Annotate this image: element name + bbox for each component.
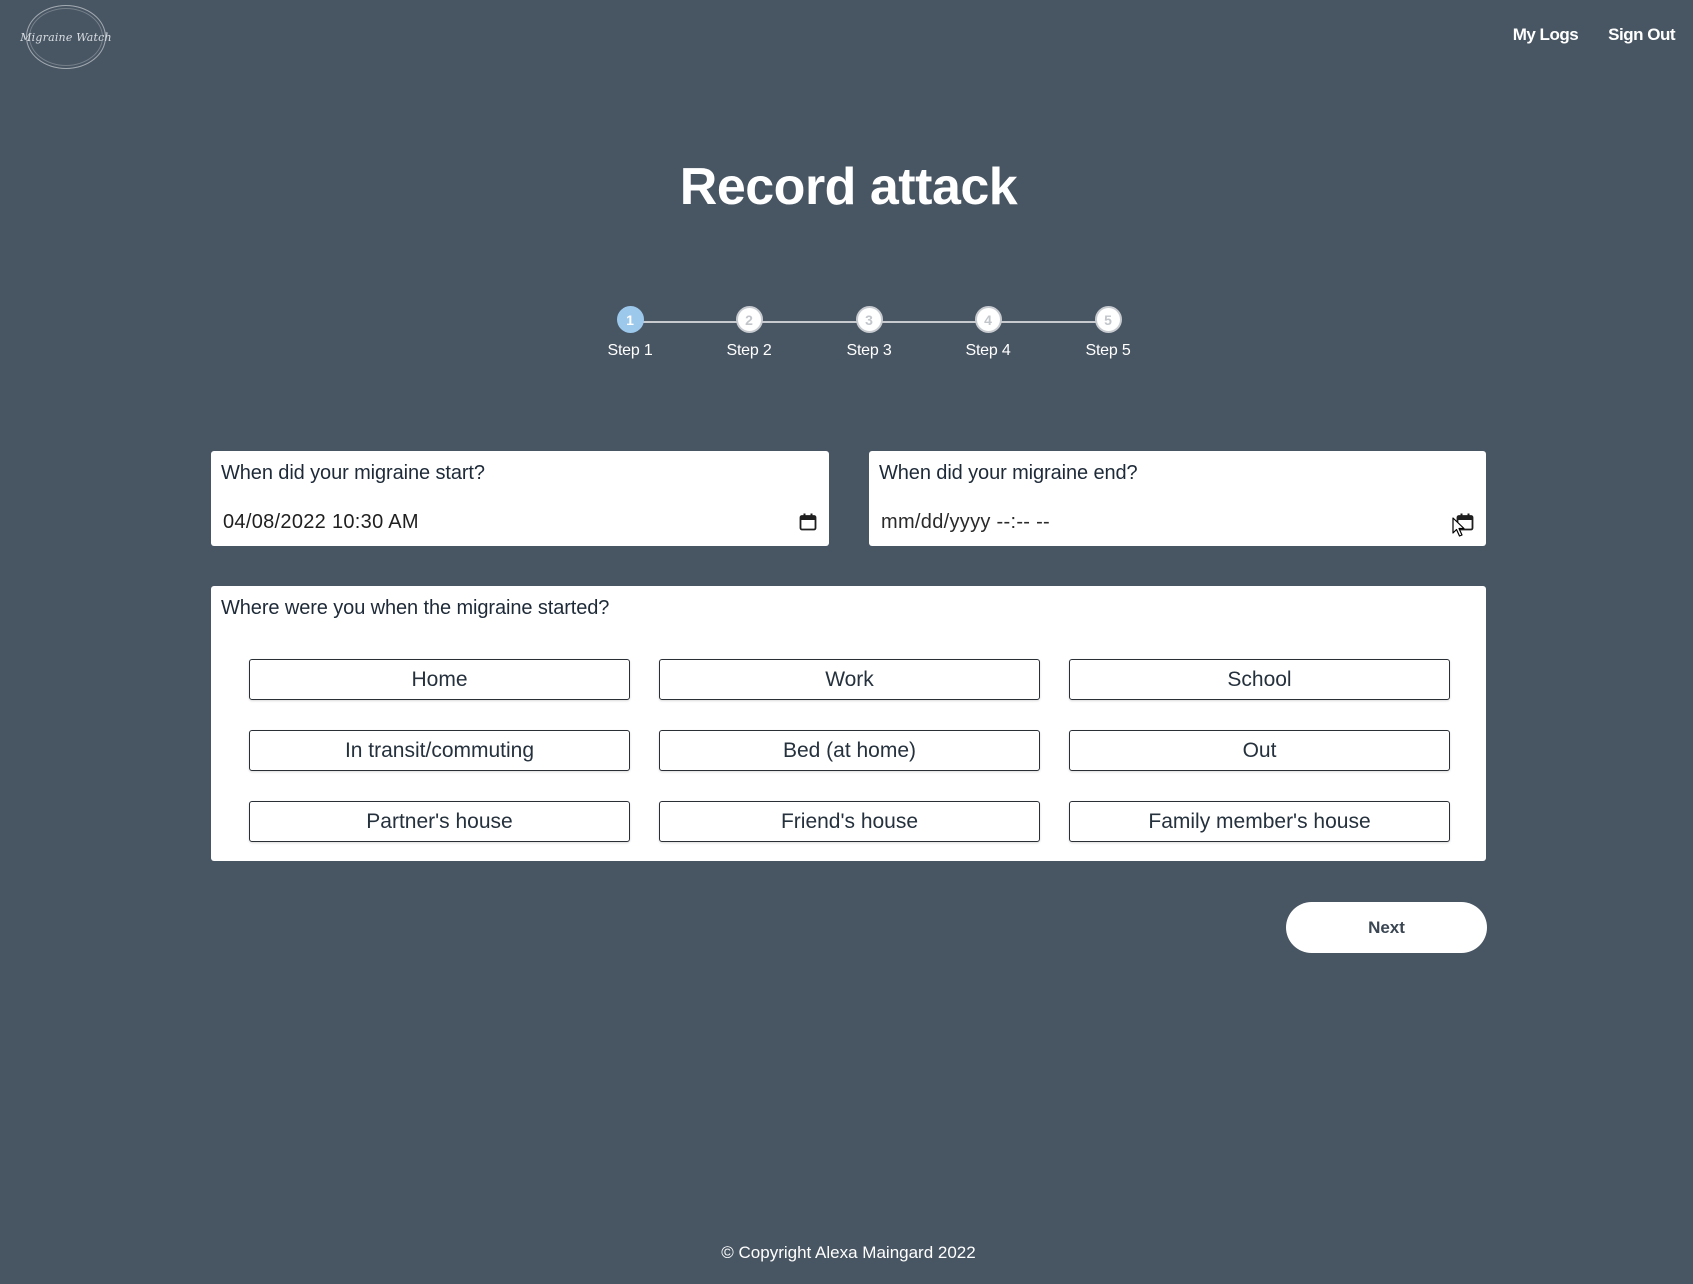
calendar-icon[interactable] <box>799 513 817 531</box>
step-4-circle: 4 <box>974 306 1002 333</box>
location-option-partners-house[interactable]: Partner's house <box>249 801 630 842</box>
location-option-out[interactable]: Out <box>1069 730 1450 771</box>
location-option-home[interactable]: Home <box>249 659 630 700</box>
step-3-label: Step 3 <box>846 342 892 359</box>
mouse-pointer-icon <box>1452 517 1466 542</box>
nav-my-logs-link[interactable]: My Logs <box>1513 25 1579 45</box>
step-1-circle: 1 <box>616 306 644 333</box>
end-datetime-placeholder: mm/dd/yyyy --:-- -- <box>881 510 1051 533</box>
stepper: 1 Step 1 2 Step 2 3 Step 3 4 Step 4 5 St… <box>0 306 1693 376</box>
step-1[interactable]: 1 Step 1 <box>575 306 685 360</box>
location-option-friends-house[interactable]: Friend's house <box>659 801 1040 842</box>
nav-sign-out-link[interactable]: Sign Out <box>1608 25 1675 45</box>
location-card: Where were you when the migraine started… <box>211 586 1486 861</box>
step-4[interactable]: 4 Step 4 <box>933 306 1043 360</box>
start-datetime-value: 04/08/2022 10:30 AM <box>223 510 419 533</box>
start-time-label: When did your migraine start? <box>221 462 485 484</box>
step-2-label: Step 2 <box>726 342 772 359</box>
location-option-bed[interactable]: Bed (at home) <box>659 730 1040 771</box>
location-option-school[interactable]: School <box>1069 659 1450 700</box>
top-nav: My Logs Sign Out <box>1513 25 1676 45</box>
step-5-label: Step 5 <box>1085 342 1131 359</box>
step-3[interactable]: 3 Step 3 <box>814 306 924 360</box>
step-5[interactable]: 5 Step 5 <box>1053 306 1163 360</box>
step-5-circle: 5 <box>1094 306 1122 333</box>
location-option-in-transit[interactable]: In transit/commuting <box>249 730 630 771</box>
footer-copyright: © Copyright Alexa Maingard 2022 <box>721 1243 976 1262</box>
step-3-circle: 3 <box>855 306 883 333</box>
step-1-label: Step 1 <box>607 342 653 359</box>
end-datetime-input[interactable]: mm/dd/yyyy --:-- -- <box>881 507 1474 537</box>
location-option-work[interactable]: Work <box>659 659 1040 700</box>
step-2[interactable]: 2 Step 2 <box>694 306 804 360</box>
end-time-card: When did your migraine end? mm/dd/yyyy -… <box>869 451 1486 546</box>
start-time-card: When did your migraine start? 04/08/2022… <box>211 451 829 546</box>
page-title: Record attack <box>679 158 1018 216</box>
start-datetime-input[interactable]: 04/08/2022 10:30 AM <box>223 507 817 537</box>
next-button[interactable]: Next <box>1286 902 1487 953</box>
logo-text: Migraine Watch <box>20 30 112 44</box>
step-4-label: Step 4 <box>965 342 1011 359</box>
step-2-circle: 2 <box>735 306 763 333</box>
logo[interactable]: Migraine Watch <box>20 5 112 69</box>
location-question: Where were you when the migraine started… <box>221 597 610 619</box>
end-time-label: When did your migraine end? <box>879 462 1138 484</box>
location-option-family-house[interactable]: Family member's house <box>1069 801 1450 842</box>
location-options: Home Work School In transit/commuting Be… <box>249 659 1450 842</box>
